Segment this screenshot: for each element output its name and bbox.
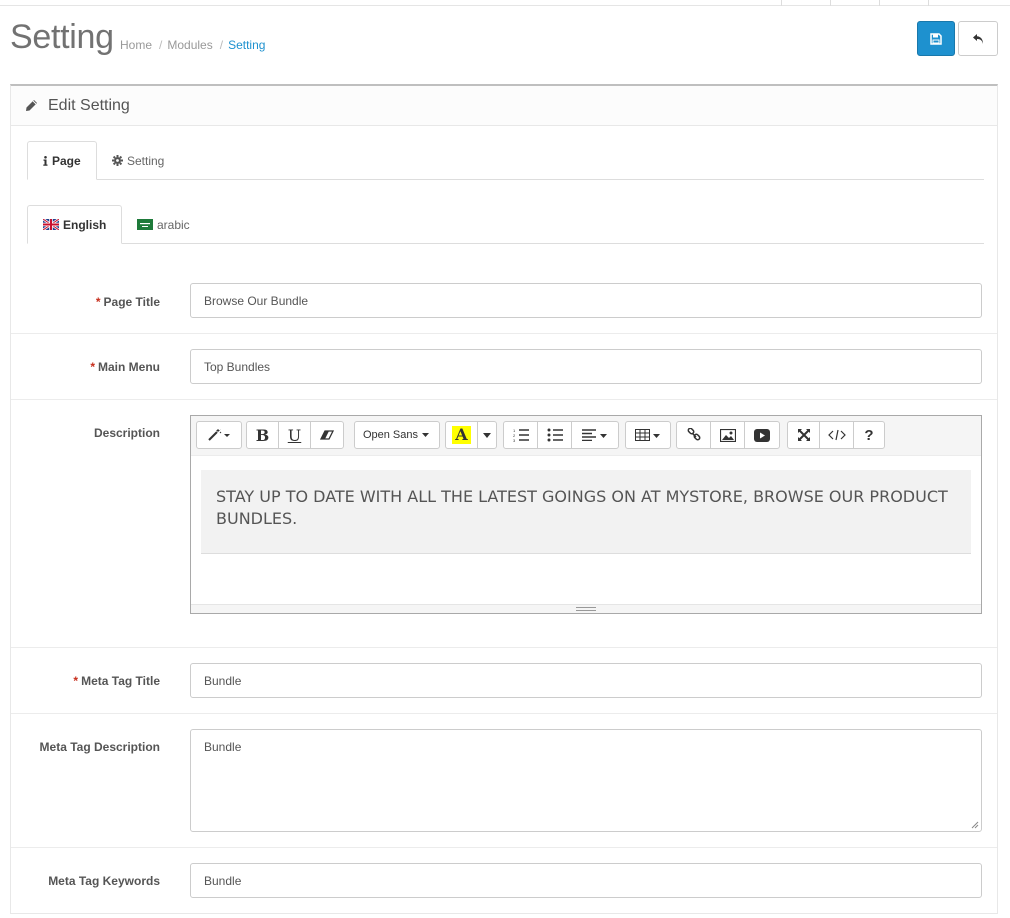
panel-heading: Edit Setting — [11, 86, 997, 126]
underline-button[interactable]: U — [279, 422, 311, 448]
editor-content[interactable]: STAY UP TO DATE WITH ALL THE LATEST GOIN… — [201, 470, 971, 554]
panel-title: Edit Setting — [48, 96, 130, 114]
tab-english-label: English — [63, 217, 107, 232]
save-button[interactable] — [917, 21, 955, 56]
language-tabs: English arabic — [27, 205, 984, 244]
meta-description-textarea[interactable]: Bundle — [190, 729, 982, 832]
tab-arabic-label: arabic — [157, 217, 190, 232]
color-button[interactable]: A — [446, 422, 478, 448]
insert-group — [676, 421, 780, 449]
meta-description-label: Meta Tag Description — [39, 740, 160, 754]
breadcrumb-setting[interactable]: Setting — [228, 38, 265, 52]
page-title-input[interactable]: Browse Our Bundle — [190, 283, 982, 318]
code-view-button[interactable] — [820, 422, 854, 448]
misc-group: ? — [787, 421, 885, 449]
page-title-label: * Page Title — [95, 295, 160, 309]
editor-resize-bar[interactable] — [191, 604, 981, 613]
ordered-list-button[interactable]: 123 — [504, 422, 538, 448]
breadcrumb-home[interactable]: Home — [120, 38, 152, 52]
font-style-group: B U — [246, 421, 344, 449]
font-name-label: Open Sans — [362, 429, 419, 441]
style-group — [196, 421, 242, 449]
editor-toolbar: B U Open Sans A 1 2 3 ? — [191, 416, 981, 456]
unordered-list-button[interactable] — [538, 422, 572, 448]
style-dropdown[interactable] — [197, 422, 241, 448]
color-letter: A — [452, 426, 471, 444]
pencil-icon — [26, 100, 37, 111]
meta-keywords-input[interactable]: Bundle — [190, 863, 982, 898]
table-dropdown[interactable] — [626, 422, 670, 448]
code-icon — [827, 429, 846, 441]
tab-setting[interactable]: Setting — [97, 141, 179, 180]
top-strip — [0, 0, 1010, 6]
main-menu-input[interactable]: Top Bundles — [190, 349, 982, 384]
uk-flag-icon — [43, 219, 59, 230]
bold-button[interactable]: B — [247, 422, 279, 448]
tab-english[interactable]: English — [27, 205, 123, 244]
meta-keywords-label: Meta Tag Keywords — [48, 874, 160, 888]
caret-down-icon — [483, 432, 491, 438]
align-left-icon — [582, 429, 607, 441]
fullscreen-icon — [797, 429, 810, 441]
fullscreen-button[interactable] — [788, 422, 820, 448]
font-group: Open Sans — [354, 421, 440, 449]
arabic-flag-icon — [137, 219, 153, 230]
help-button[interactable]: ? — [854, 422, 884, 448]
meta-title-label: * Meta Tag Title — [73, 674, 160, 688]
tab-arabic[interactable]: arabic — [122, 205, 205, 244]
description-label: Description — [93, 426, 160, 440]
form-row-main-menu: * Main Menu Top Bundles — [11, 334, 997, 400]
edit-setting-panel: Edit Setting Page Setting English arabic… — [10, 84, 998, 914]
unordered-list-icon — [547, 428, 563, 442]
font-name-dropdown[interactable]: Open Sans — [355, 422, 439, 448]
table-icon — [635, 429, 660, 441]
tab-page[interactable]: Page — [27, 141, 97, 180]
main-tabs: Page Setting — [27, 141, 984, 180]
color-dropdown[interactable] — [478, 422, 496, 448]
form-row-description: Description B U Open Sans A 1 2 3 ? STAY… — [11, 400, 997, 648]
gear-icon — [112, 155, 123, 166]
main-menu-label: * Main Menu — [90, 360, 160, 374]
ordered-list-icon: 123 — [513, 428, 529, 442]
breadcrumb: Home / Modules / Setting — [120, 38, 266, 52]
picture-icon — [719, 428, 736, 442]
link-button[interactable] — [677, 422, 711, 448]
reply-icon — [972, 33, 983, 44]
eraser-icon — [320, 430, 334, 440]
info-icon — [43, 155, 48, 166]
paragraph-align-dropdown[interactable] — [572, 422, 618, 448]
description-editor: B U Open Sans A 1 2 3 ? STAY UP TO DATE … — [190, 415, 982, 614]
svg-text:3: 3 — [513, 438, 516, 442]
paragraph-group: 123 — [503, 421, 619, 449]
clear-format-button[interactable] — [311, 422, 343, 448]
magic-wand-icon — [208, 429, 230, 441]
form-row-meta-keywords: Meta Tag Keywords Bundle — [11, 848, 997, 918]
picture-button[interactable] — [711, 422, 745, 448]
breadcrumb-modules[interactable]: Modules — [167, 38, 212, 52]
caret-down-icon — [422, 433, 430, 437]
form-row-meta-title: * Meta Tag Title Bundle — [11, 648, 997, 714]
page-title: Setting — [10, 18, 114, 56]
color-group: A — [445, 421, 497, 449]
back-button[interactable] — [958, 21, 998, 56]
resize-grip-icon — [576, 607, 596, 611]
save-icon — [930, 32, 942, 45]
form-row-page-title: * Page Title Browse Our Bundle — [11, 267, 997, 334]
textarea-resize-icon[interactable] — [971, 821, 979, 829]
tab-page-label: Page — [52, 153, 81, 168]
form-row-meta-description: Meta Tag Description Bundle — [11, 714, 997, 848]
table-group — [625, 421, 671, 449]
meta-description-value: Bundle — [204, 740, 242, 754]
meta-title-input[interactable]: Bundle — [190, 663, 982, 698]
video-button[interactable] — [745, 422, 779, 448]
tab-setting-label: Setting — [127, 153, 165, 168]
video-icon — [754, 428, 770, 442]
link-icon — [687, 428, 700, 441]
